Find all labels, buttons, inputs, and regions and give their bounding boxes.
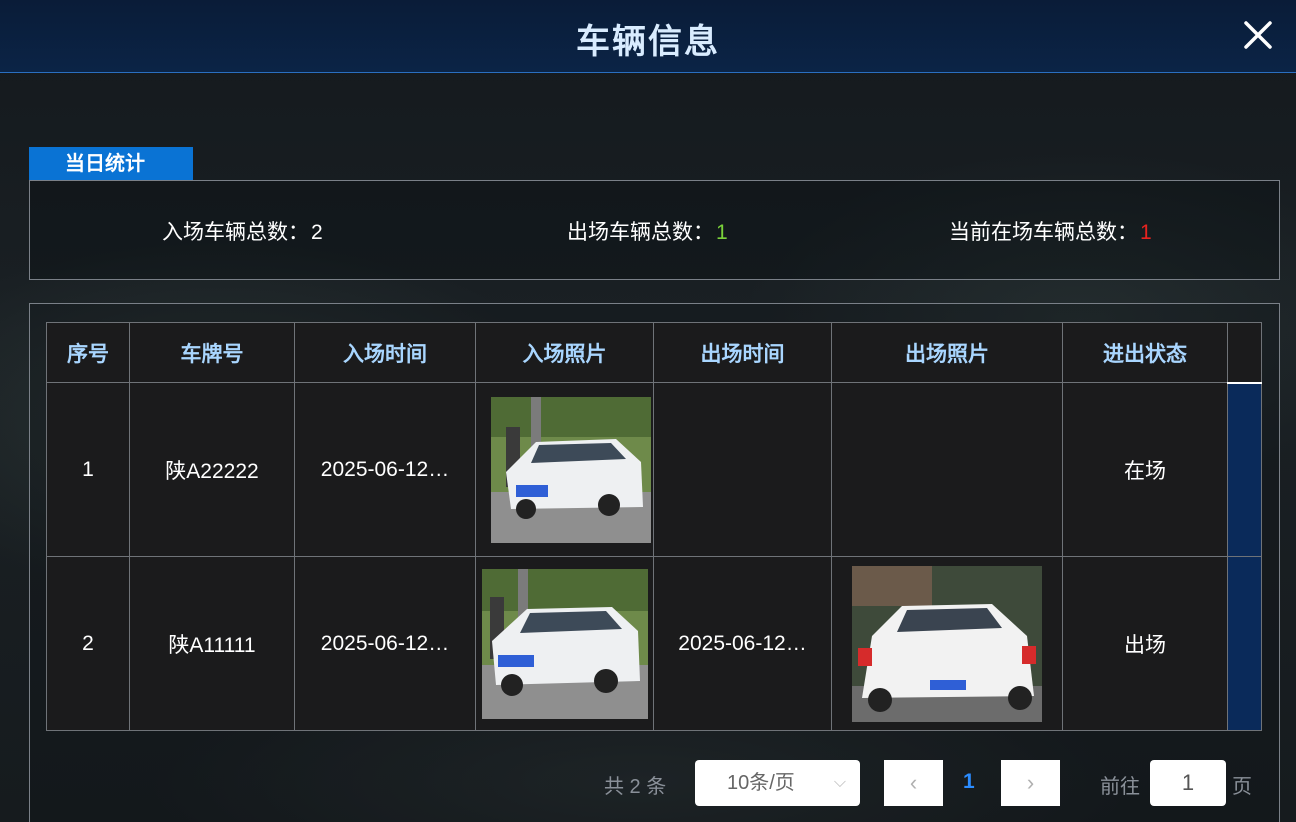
entry-photo-image[interactable]: [491, 396, 651, 543]
table-row[interactable]: 2 陕A11111 2025-06-12… 2025-06-12… 出场: [46, 556, 1262, 731]
cell-status: 在场: [1062, 382, 1228, 557]
scrollbar-track[interactable]: [1227, 382, 1262, 557]
exited-count: 出场车辆总数：1: [567, 216, 728, 246]
scrollbar-track[interactable]: [1227, 556, 1262, 731]
prev-page-button[interactable]: ‹: [884, 760, 943, 806]
cell-plate: 陕A11111: [129, 556, 295, 731]
daily-stats-panel: 入场车辆总数：2 出场车辆总数：1 当前在场车辆总数：1: [29, 180, 1280, 280]
close-icon[interactable]: [1242, 18, 1274, 52]
scrollbar-gutter-head: [1227, 322, 1262, 384]
column-header-exit-photo[interactable]: 出场照片: [831, 322, 1063, 383]
next-page-button[interactable]: ›: [1001, 760, 1060, 806]
column-header-exit-time[interactable]: 出场时间: [653, 322, 832, 383]
cell-status: 出场: [1062, 556, 1228, 731]
cell-exit-time: 2025-06-12…: [653, 556, 832, 731]
entry-photo-image[interactable]: [481, 568, 648, 719]
cell-exit-photo: [831, 382, 1063, 557]
page-suffix-label: 页: [1232, 776, 1252, 798]
cell-index: 2: [46, 556, 130, 731]
current-page-number[interactable]: 1: [963, 770, 975, 794]
column-header-entry-time[interactable]: 入场时间: [294, 322, 476, 383]
chevron-down-icon: ⌵: [833, 774, 846, 791]
cell-entry-time: 2025-06-12…: [294, 382, 476, 557]
present-count: 当前在场车辆总数：1: [949, 216, 1152, 246]
cell-plate: 陕A22222: [129, 382, 295, 557]
goto-label: 前往: [1100, 776, 1140, 798]
cell-index: 1: [46, 382, 130, 557]
table-row[interactable]: 1 陕A22222 2025-06-12… 在场: [46, 382, 1262, 557]
chevron-right-icon: ›: [1026, 770, 1035, 795]
column-header-plate[interactable]: 车牌号: [129, 322, 295, 383]
entered-count: 入场车辆总数：2: [162, 216, 323, 246]
daily-stats-tab: 当日统计: [29, 147, 193, 181]
cell-entry-time: 2025-06-12…: [294, 556, 476, 731]
exited-count-value: 1: [716, 221, 728, 244]
present-count-label: 当前在场车辆总数：: [949, 221, 1138, 244]
exit-photo-image[interactable]: [852, 565, 1042, 722]
page-size-value: 10条/页: [727, 772, 795, 794]
column-header-status[interactable]: 进出状态: [1062, 322, 1228, 383]
present-count-value: 1: [1140, 221, 1152, 244]
entered-count-value: 2: [311, 221, 323, 244]
table-header-row: 序号 车牌号 入场时间 入场照片 出场时间 出场照片 进出状态: [46, 322, 1262, 384]
cell-entry-photo: [475, 556, 654, 731]
total-count: 共 2 条: [604, 776, 667, 798]
cell-entry-photo: [475, 382, 654, 557]
exited-count-label: 出场车辆总数：: [567, 221, 714, 244]
cell-exit-photo: [831, 556, 1063, 731]
dialog-title: 车辆信息: [576, 23, 720, 61]
entered-count-label: 入场车辆总数：: [162, 221, 309, 244]
dialog-header: 车辆信息: [0, 0, 1296, 73]
column-header-entry-photo[interactable]: 入场照片: [475, 322, 654, 383]
goto-page-input[interactable]: 1: [1150, 760, 1226, 806]
column-header-index[interactable]: 序号: [46, 322, 130, 383]
vehicle-table: 序号 车牌号 入场时间 入场照片 出场时间 出场照片 进出状态 1 陕A2222…: [46, 322, 1262, 731]
page-size-select[interactable]: 10条/页 ⌵: [695, 760, 860, 806]
chevron-left-icon: ‹: [909, 770, 918, 795]
cell-exit-time: [653, 382, 832, 557]
